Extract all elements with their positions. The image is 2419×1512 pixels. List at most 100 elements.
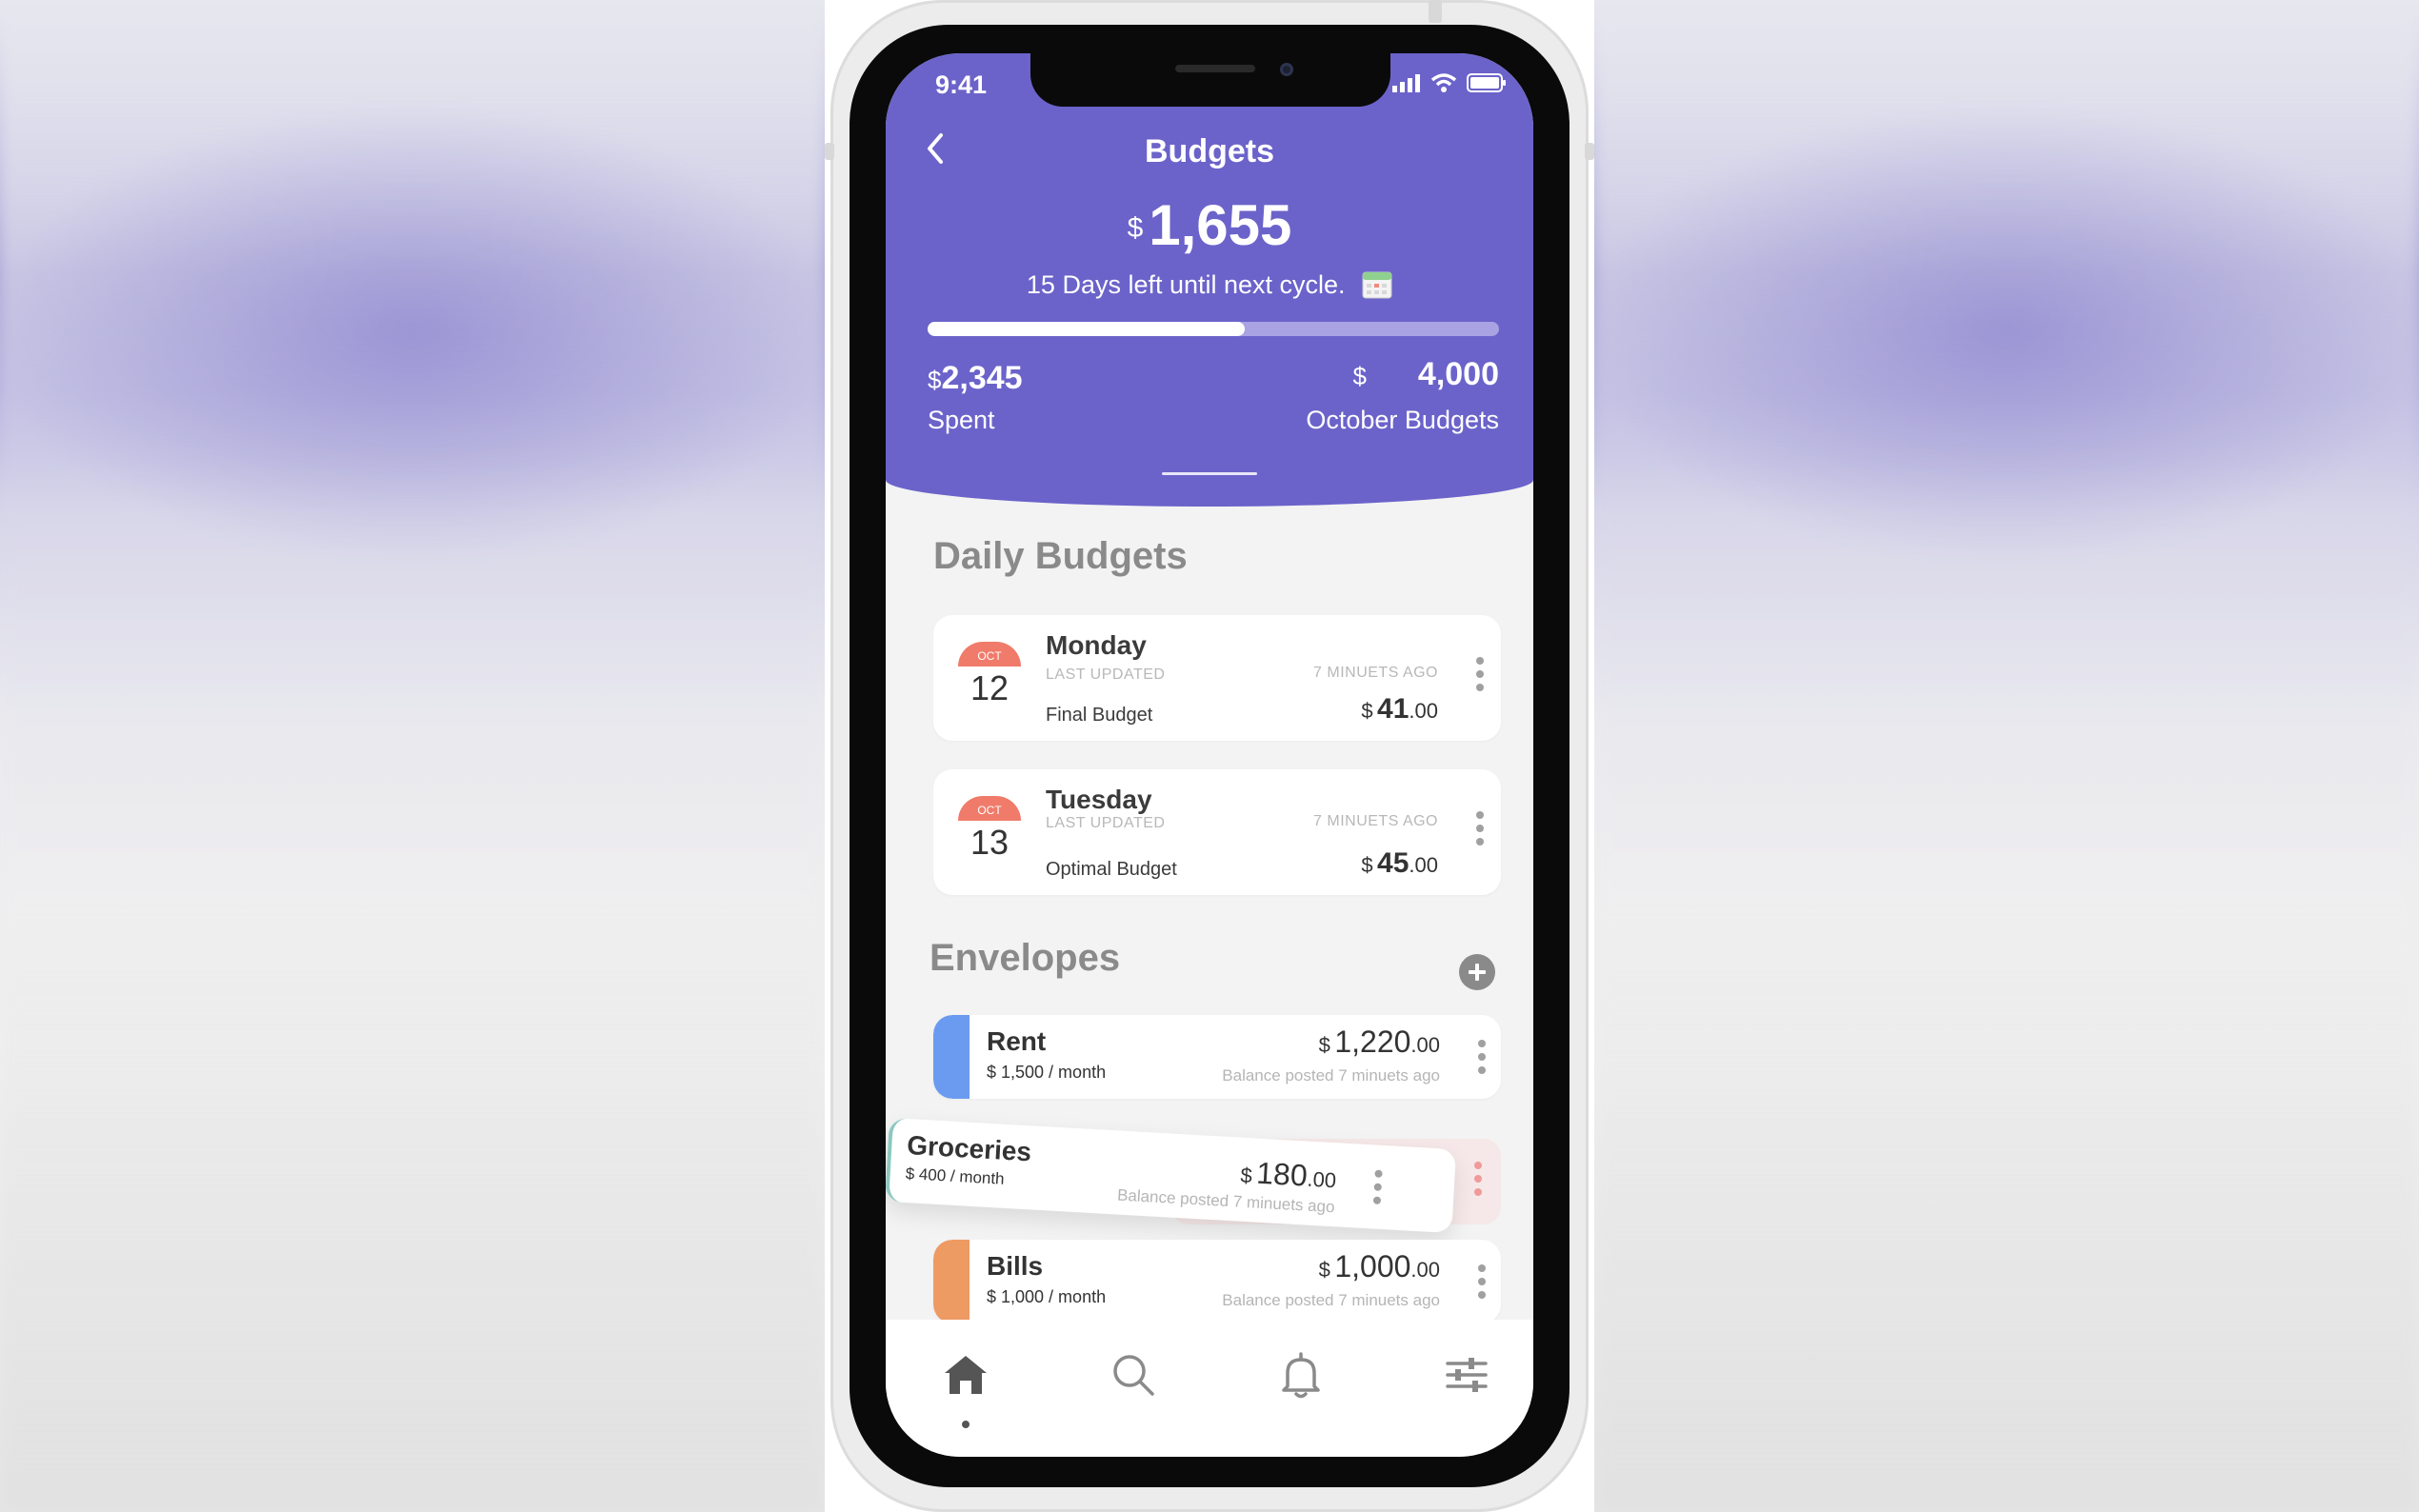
spent-value: 2,345 <box>941 360 1023 396</box>
tab-search[interactable] <box>1107 1348 1160 1402</box>
envelope-balance: $ 1,000.00 <box>1319 1249 1440 1284</box>
currency-symbol: $ <box>1127 212 1144 244</box>
budget-header: 9:41 Budgets $1,655 15 Days left until n… <box>886 53 1533 507</box>
cycle-text: 15 Days left until next cycle. <box>1026 270 1346 299</box>
blurred-background-right <box>1594 0 2419 1512</box>
home-icon <box>945 1356 987 1394</box>
amount-value: 180 <box>1255 1155 1309 1193</box>
day-amount: $ 41.00 <box>1361 693 1438 726</box>
date-month: OCT <box>958 642 1021 666</box>
add-envelope-button[interactable] <box>1459 954 1495 990</box>
amount-cents: .00 <box>1306 1166 1337 1193</box>
remaining-value: 1,655 <box>1149 193 1292 257</box>
date-badge: OCT 12 <box>958 642 1021 718</box>
balance-posted: Balance posted 7 minuets ago <box>1222 1291 1440 1309</box>
amount-cents: .00 <box>1410 1033 1440 1057</box>
remaining-amount: $1,655 <box>886 192 1533 258</box>
cycle-info: 15 Days left until next cycle. <box>886 270 1533 300</box>
day-name: Tuesday <box>1046 785 1152 814</box>
tab-home[interactable] <box>939 1348 992 1402</box>
budget-type: Optimal Budget <box>1046 859 1177 880</box>
tab-settings[interactable] <box>1440 1348 1493 1402</box>
envelope-color-stripe <box>933 1015 970 1099</box>
date-month: OCT <box>958 796 1021 821</box>
more-options-icon[interactable] <box>1476 1040 1488 1082</box>
battery-icon <box>1467 73 1506 92</box>
wifi-icon <box>1430 73 1457 92</box>
spent-label: Spent <box>928 406 995 434</box>
envelope-balance: $ 180.00 <box>1240 1155 1338 1196</box>
daily-budget-card[interactable]: OCT 12 Monday LAST UPDATED 7 MINUETS AGO… <box>933 615 1501 741</box>
envelope-monthly: $ 1,500 / month <box>987 1063 1107 1082</box>
amount-cents: .00 <box>1409 699 1438 723</box>
amount-value: 41 <box>1377 693 1409 725</box>
date-badge: OCT 13 <box>958 796 1021 872</box>
tab-bar <box>886 1320 1533 1457</box>
calendar-icon[interactable] <box>1362 270 1392 299</box>
envelope-monthly: $ 1,000 / month <box>987 1287 1107 1306</box>
budget-type: Final Budget <box>1046 705 1153 726</box>
daily-budgets-title: Daily Budgets <box>933 535 1188 577</box>
status-icons <box>1392 72 1507 93</box>
amount-value: 1,000 <box>1334 1249 1411 1283</box>
more-options-icon[interactable] <box>1370 1169 1384 1212</box>
envelope-name: Rent <box>987 1026 1047 1056</box>
day-name: Monday <box>1046 630 1147 660</box>
budget-currency: $ <box>1352 362 1367 390</box>
envelope-name: Groceries <box>906 1130 1032 1167</box>
last-updated-label: LAST UPDATED <box>1046 815 1166 831</box>
envelope-card[interactable]: Bills $ 1,000 / month $ 1,000.00 Balance… <box>933 1240 1501 1323</box>
amount-value: 45 <box>1377 847 1409 879</box>
envelope-name: Bills <box>987 1251 1044 1281</box>
currency-symbol: $ <box>1239 1163 1253 1188</box>
updated-ago: 7 MINUETS AGO <box>1313 665 1438 681</box>
envelope-color-stripe <box>933 1240 970 1323</box>
envelope-card-dragging[interactable]: Groceries $ 400 / month $ 180.00 Balance… <box>886 1118 1457 1234</box>
amount-cents: .00 <box>1410 1258 1440 1282</box>
more-options-icon[interactable] <box>1472 1162 1484 1204</box>
search-icon <box>1113 1355 1154 1396</box>
envelope-monthly: $ 400 / month <box>905 1164 1006 1188</box>
camera <box>1280 63 1293 76</box>
phone-side-button <box>1585 143 1594 160</box>
signal-icon <box>1392 74 1420 92</box>
currency-symbol: $ <box>1361 853 1373 877</box>
currency-symbol: $ <box>1318 1033 1330 1057</box>
budget-progress-fill <box>928 322 1245 336</box>
phone-notch <box>1030 53 1390 107</box>
more-options-icon[interactable] <box>1476 1264 1488 1306</box>
date-day: 12 <box>970 668 1010 707</box>
date-day: 13 <box>970 823 1010 862</box>
tab-notifications[interactable] <box>1274 1348 1328 1402</box>
more-options-icon[interactable] <box>1474 657 1486 699</box>
speaker <box>1175 65 1255 72</box>
updated-ago: 7 MINUETS AGO <box>1313 813 1438 829</box>
more-options-icon[interactable] <box>1474 811 1486 853</box>
budget-value: 4,000 <box>1417 356 1499 392</box>
blurred-background-left <box>0 0 825 1512</box>
amount-value: 1,220 <box>1334 1025 1411 1059</box>
active-tab-indicator <box>962 1421 970 1428</box>
currency-symbol: $ <box>1361 699 1373 723</box>
status-time: 9:41 <box>935 70 988 99</box>
phone-top-button <box>1429 0 1442 23</box>
phone-side-button <box>825 143 834 160</box>
bell-icon <box>1282 1352 1320 1399</box>
sheet-handle[interactable] <box>1162 472 1257 475</box>
monthly-budget-amount: $4,000 <box>1352 356 1499 393</box>
last-updated-label: LAST UPDATED <box>1046 666 1166 683</box>
balance-posted: Balance posted 7 minuets ago <box>1222 1066 1440 1084</box>
page-title: Budgets <box>1145 133 1274 169</box>
day-amount: $ 45.00 <box>1361 847 1438 880</box>
amount-cents: .00 <box>1409 853 1438 877</box>
monthly-budget-label: October Budgets <box>1306 406 1499 434</box>
envelope-card[interactable]: Rent $ 1,500 / month $ 1,220.00 Balance … <box>933 1015 1501 1099</box>
envelope-balance: $ 1,220.00 <box>1319 1025 1440 1060</box>
app-screen: 9:41 Budgets $1,655 15 Days left until n… <box>886 53 1533 1457</box>
envelopes-title: Envelopes <box>930 937 1121 979</box>
spent-amount: $2,345 <box>928 360 1023 397</box>
budget-progress-bar <box>928 322 1499 336</box>
currency-symbol: $ <box>1318 1258 1330 1282</box>
sliders-icon <box>1446 1358 1488 1392</box>
daily-budget-card[interactable]: OCT 13 Tuesday LAST UPDATED 7 MINUETS AG… <box>933 769 1501 895</box>
